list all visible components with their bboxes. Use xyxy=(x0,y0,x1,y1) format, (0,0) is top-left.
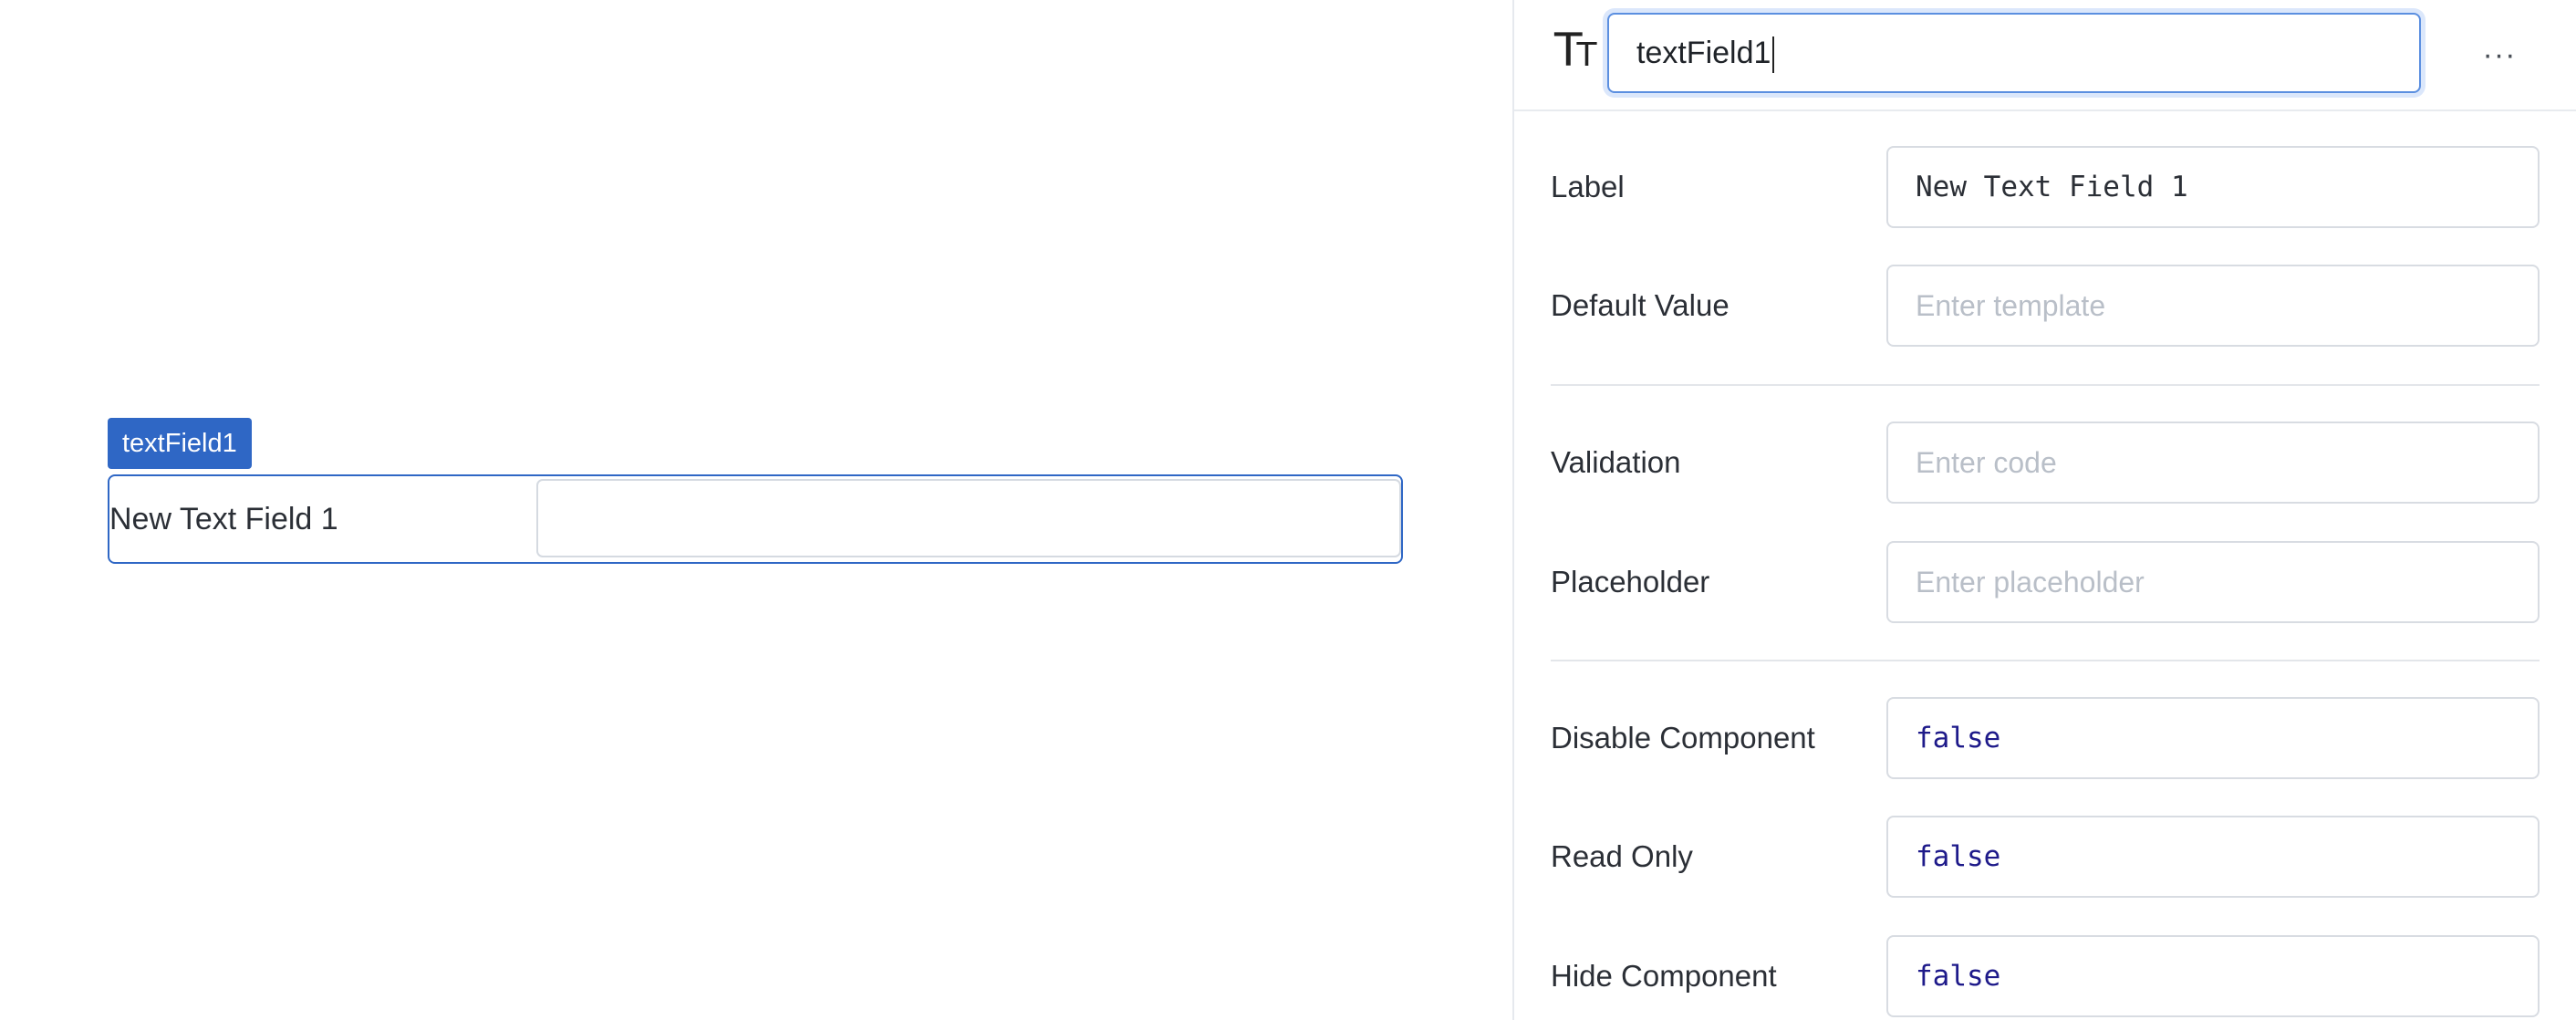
label-field-input[interactable]: New Text Field 1 xyxy=(1886,146,2540,228)
row-hide-component: Hide Component false xyxy=(1551,935,2540,1017)
default-value-label: Default Value xyxy=(1551,288,1729,322)
more-horizontal-icon[interactable]: ··· xyxy=(2476,31,2523,78)
text-field-widget-input[interactable] xyxy=(536,479,1401,557)
section-divider xyxy=(1551,660,2540,661)
row-label: Label New Text Field 1 xyxy=(1551,146,2540,228)
component-name-input[interactable]: textField1 xyxy=(1607,13,2421,93)
disable-component-input[interactable]: false xyxy=(1886,697,2540,779)
row-default-value: Default Value Enter template xyxy=(1551,265,2540,347)
text-caret xyxy=(1772,36,1775,74)
inspector-header: TT textField1 ··· xyxy=(1514,0,2576,111)
inspector-panel: TT textField1 ··· Label New Text Field 1… xyxy=(1512,0,2576,1020)
default-value-input[interactable]: Enter template xyxy=(1886,265,2540,347)
text-type-icon: TT xyxy=(1554,24,1597,77)
row-placeholder: Placeholder Enter placeholder xyxy=(1551,541,2540,623)
component-name-tag[interactable]: textField1 xyxy=(108,418,252,469)
placeholder-input[interactable]: Enter placeholder xyxy=(1886,541,2540,623)
row-disable-component: Disable Component false xyxy=(1551,697,2540,779)
row-read-only: Read Only false xyxy=(1551,816,2540,898)
canvas[interactable]: textField1 New Text Field 1 xyxy=(0,0,1512,1020)
hide-component-label: Hide Component xyxy=(1551,959,1777,993)
hide-component-input[interactable]: false xyxy=(1886,935,2540,1017)
read-only-label: Read Only xyxy=(1551,839,1693,873)
text-field-widget[interactable]: New Text Field 1 xyxy=(108,474,1403,564)
validation-input[interactable]: Enter code xyxy=(1886,422,2540,504)
placeholder-label: Placeholder xyxy=(1551,565,1710,598)
read-only-input[interactable]: false xyxy=(1886,816,2540,898)
component-name-value: textField1 xyxy=(1636,36,1771,70)
text-field-widget-label: New Text Field 1 xyxy=(109,502,338,536)
row-validation: Validation Enter code xyxy=(1551,422,2540,504)
validation-label: Validation xyxy=(1551,445,1681,479)
section-divider xyxy=(1551,384,2540,386)
label-field-label: Label xyxy=(1551,170,1625,203)
disable-component-label: Disable Component xyxy=(1551,721,1815,755)
